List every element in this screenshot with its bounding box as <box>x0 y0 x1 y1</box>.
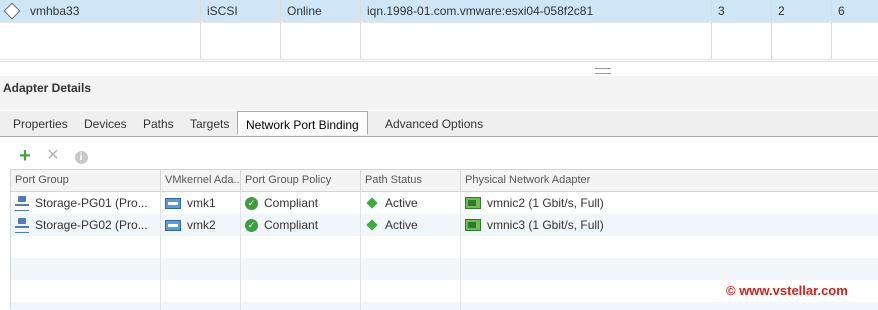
watermark-text: © www.vstellar.com <box>726 283 848 298</box>
splitter-grip-icon[interactable] <box>595 68 611 74</box>
policy-status: Compliant <box>264 196 319 210</box>
vmkernel-name: vmk2 <box>187 218 216 232</box>
pane-splitter[interactable] <box>0 61 878 76</box>
adapter-name: vmhba33 <box>30 4 80 18</box>
tab-properties[interactable]: Properties <box>13 117 68 131</box>
tab-targets[interactable]: Targets <box>190 117 229 131</box>
compliant-check-icon: ✓ <box>245 196 258 210</box>
adapter-paths: 6 <box>838 4 845 18</box>
vmkernel-name: vmk1 <box>187 196 216 210</box>
table-row[interactable]: Storage-PG02 (Pro... vmk2 ✓ Compliant Act… <box>11 214 878 236</box>
port-group-icon <box>15 196 29 211</box>
adapter-type: iSCSI <box>201 0 281 22</box>
adapter-row-empty <box>0 23 878 60</box>
col-vmkernel-adapter[interactable]: VMkernel Ada... <box>161 170 241 191</box>
port-group-name: Storage-PG01 (Pro... <box>35 196 148 210</box>
physical-nic-icon <box>465 219 481 231</box>
tab-paths[interactable]: Paths <box>143 117 174 131</box>
col-path-status[interactable]: Path Status <box>361 170 461 191</box>
storage-adapter-icon <box>3 2 21 20</box>
adapter-identifier: iqn.1998-01.com.vmware:esxi04-058f2c81 <box>361 0 712 22</box>
table-row-empty <box>11 258 878 280</box>
policy-status: Compliant <box>264 218 319 232</box>
vmkernel-adapter-icon <box>165 197 181 209</box>
adapter-details-title: Adapter Details <box>0 76 878 110</box>
add-binding-plus-icon[interactable]: + <box>17 146 33 166</box>
col-port-group[interactable]: Port Group <box>11 170 161 191</box>
adapter-row-selected[interactable]: vmhba33 iSCSI Online iqn.1998-01.com.vmw… <box>0 0 878 23</box>
tab-devices[interactable]: Devices <box>84 117 127 131</box>
physical-nic-icon <box>465 197 481 209</box>
remove-binding-x-icon[interactable]: ✕ <box>45 148 61 164</box>
port-group-name: Storage-PG02 (Pro... <box>35 218 148 232</box>
grid-header: Port Group VMkernel Ada... Port Group Po… <box>11 170 878 192</box>
binding-toolbar: + ✕ i <box>0 144 878 168</box>
col-port-group-policy[interactable]: Port Group Policy <box>241 170 361 191</box>
binding-info-icon[interactable]: i <box>73 148 89 164</box>
table-row[interactable]: Storage-PG01 (Pro... vmk1 ✓ Compliant Act… <box>11 192 878 214</box>
path-status: Active <box>385 218 418 232</box>
compliant-check-icon: ✓ <box>245 218 258 232</box>
adapter-targets: 3 <box>712 0 772 22</box>
table-row-empty <box>11 302 878 310</box>
active-diamond-icon <box>366 219 378 231</box>
port-group-icon <box>15 218 29 233</box>
tab-advanced-options[interactable]: Advanced Options <box>385 117 483 131</box>
path-status: Active <box>385 196 418 210</box>
tab-network-port-binding[interactable]: Network Port Binding <box>237 111 368 135</box>
adapter-status: Online <box>281 0 361 22</box>
storage-adapter-table: vmhba33 iSCSI Online iqn.1998-01.com.vmw… <box>0 0 878 60</box>
active-diamond-icon <box>366 197 378 209</box>
vmkernel-adapter-icon <box>165 219 181 231</box>
adapter-devices: 2 <box>772 0 832 22</box>
details-tab-bar: Properties Devices Paths Targets Network… <box>0 111 878 137</box>
adapter-name-cell: vmhba33 <box>0 0 201 22</box>
table-row-empty <box>11 236 878 258</box>
col-physical-network-adapter[interactable]: Physical Network Adapter <box>461 170 878 191</box>
physical-adapter: vmnic3 (1 Gbit/s, Full) <box>487 218 604 232</box>
physical-adapter: vmnic2 (1 Gbit/s, Full) <box>487 196 604 210</box>
